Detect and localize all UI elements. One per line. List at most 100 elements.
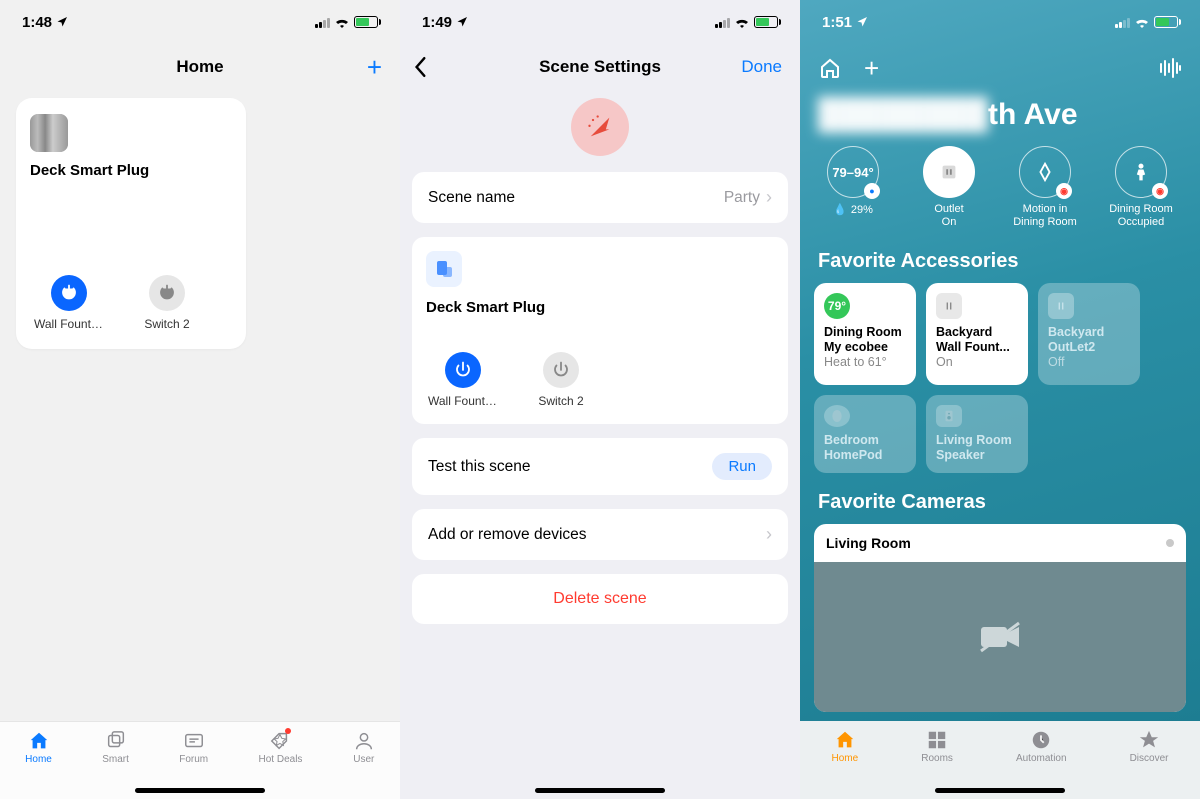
tab-hot-deals[interactable]: Hot Deals [259, 730, 303, 799]
chevron-right-icon: › [766, 524, 772, 545]
test-scene-row: Test this scene Run [412, 438, 788, 495]
occupancy-circle[interactable]: ◉ Dining Room Occupied [1102, 146, 1180, 228]
device-card: Deck Smart Plug Wall Fountai... Switch 2 [412, 237, 788, 424]
status-bar: 1:49 [400, 0, 800, 44]
tile-room: Dining Room [824, 325, 906, 340]
scene-name-row[interactable]: Scene name Party› [412, 172, 788, 223]
back-button[interactable] [414, 56, 428, 78]
tile-speaker[interactable]: Living Room Speaker [926, 395, 1028, 473]
battery-icon [354, 16, 378, 28]
wifi-icon [334, 16, 350, 28]
tile-outlet2[interactable]: Backyard OutLet2 Off [1038, 283, 1140, 385]
circle-label: Outlet [934, 203, 963, 215]
tab-label: Smart [102, 754, 129, 765]
tab-label: Automation [1016, 753, 1067, 764]
status-time: 1:51 [822, 14, 852, 31]
forum-icon [183, 730, 205, 752]
tab-label: Forum [179, 754, 208, 765]
camera-card[interactable]: Living Room [814, 524, 1186, 712]
favorite-accessories: 79° Dining Room My ecobee Heat to 61° Ba… [800, 283, 1200, 487]
switch-wall-fountain[interactable]: Wall Fountai... [34, 275, 104, 331]
smart-icon [105, 730, 127, 752]
tab-smart[interactable]: Smart [102, 730, 129, 799]
signal-icon [315, 17, 330, 28]
tab-label: User [353, 754, 374, 765]
power-off-icon[interactable] [149, 275, 185, 311]
device-title: Deck Smart Plug [426, 299, 774, 316]
tab-user[interactable]: User [353, 730, 375, 799]
motion-circle[interactable]: ◉ Motion in Dining Room [1006, 146, 1084, 228]
humidity: 29% [851, 204, 873, 216]
add-remove-devices-row[interactable]: Add or remove devices › [412, 509, 788, 560]
tile-room: Backyard [936, 325, 1018, 340]
tile-homepod[interactable]: Bedroom HomePod [814, 395, 916, 473]
tile-device: Wall Fount... [936, 340, 1018, 355]
tile-room: Bedroom [824, 433, 906, 448]
outlet-circle[interactable]: Outlet On [910, 146, 988, 228]
device-title: Deck Smart Plug [30, 162, 232, 179]
tile-wall-fountain[interactable]: Backyard Wall Fount... On [926, 283, 1028, 385]
tile-device: HomePod [824, 448, 906, 463]
user-icon [353, 730, 375, 752]
favorites-header: Favorite Accessories [800, 246, 1200, 283]
signal-icon [715, 17, 730, 28]
switch-label: Switch 2 [538, 394, 583, 408]
announce-icon[interactable] [1158, 58, 1182, 78]
temp-range: 79–94° [832, 165, 873, 180]
tile-ecobee[interactable]: 79° Dining Room My ecobee Heat to 61° [814, 283, 916, 385]
signal-icon [1115, 17, 1130, 28]
droplet-icon: 💧 [833, 203, 847, 216]
add-button[interactable]: + [864, 53, 879, 84]
circle-sublabel: On [942, 216, 957, 228]
switch-wall-fountain[interactable]: Wall Fountai... [428, 352, 498, 408]
wifi-icon [1134, 16, 1150, 28]
test-scene-label: Test this scene [428, 458, 531, 476]
home-icon[interactable] [818, 56, 842, 80]
scene-name-value: Party [724, 189, 760, 207]
status-time: 1:49 [422, 14, 452, 31]
power-on-icon[interactable] [51, 275, 87, 311]
device-thumbnail [30, 114, 68, 152]
camera-preview [814, 562, 1186, 712]
done-button[interactable]: Done [741, 57, 782, 77]
tile-status: On [936, 355, 1018, 369]
battery-icon [1154, 16, 1178, 28]
camera-label: Living Room [826, 535, 911, 551]
home-icon [834, 729, 856, 751]
power-on-icon[interactable] [445, 352, 481, 388]
page-title: Scene Settings [539, 57, 661, 77]
phone-screen-3: 1:51 + ████████th Ave 79–94° ● 💧29% Outl… [800, 0, 1200, 799]
home-indicator [535, 788, 665, 793]
circle-sublabel: Occupied [1118, 216, 1164, 228]
switch-label: Wall Fountai... [428, 394, 498, 408]
add-button[interactable]: + [367, 52, 382, 83]
tab-discover[interactable]: Discover [1130, 729, 1169, 799]
home-indicator [135, 788, 265, 793]
tab-home[interactable]: Home [25, 730, 52, 799]
tab-label: Hot Deals [259, 754, 303, 765]
tile-room: Living Room [936, 433, 1018, 448]
switch-2[interactable]: Switch 2 [132, 275, 202, 331]
plug-icon [426, 251, 462, 287]
page-header: Scene Settings Done [400, 44, 800, 90]
tile-room: Backyard [1048, 325, 1130, 340]
tab-label: Rooms [921, 753, 953, 764]
run-button[interactable]: Run [712, 453, 772, 480]
climate-circle[interactable]: 79–94° ● 💧 29% [814, 146, 892, 228]
alert-badge-icon: ◉ [1056, 183, 1072, 199]
tile-device: Speaker [936, 448, 1018, 463]
tab-home[interactable]: Home [832, 729, 859, 799]
outlet-icon [1048, 293, 1074, 319]
device-card[interactable]: Deck Smart Plug Wall Fountai... Switch 2 [16, 98, 246, 349]
power-off-icon[interactable] [543, 352, 579, 388]
minus-badge-icon: ● [864, 183, 880, 199]
page-header: Home + [0, 44, 400, 90]
home-icon [28, 730, 50, 752]
switch-2[interactable]: Switch 2 [526, 352, 596, 408]
title-suffix: th Ave [988, 98, 1077, 131]
homepod-icon [824, 405, 850, 427]
scene-icon[interactable] [571, 98, 629, 156]
switch-label: Switch 2 [144, 317, 189, 331]
delete-scene-button[interactable]: Delete scene [412, 574, 788, 624]
page-title: Home [176, 57, 223, 77]
